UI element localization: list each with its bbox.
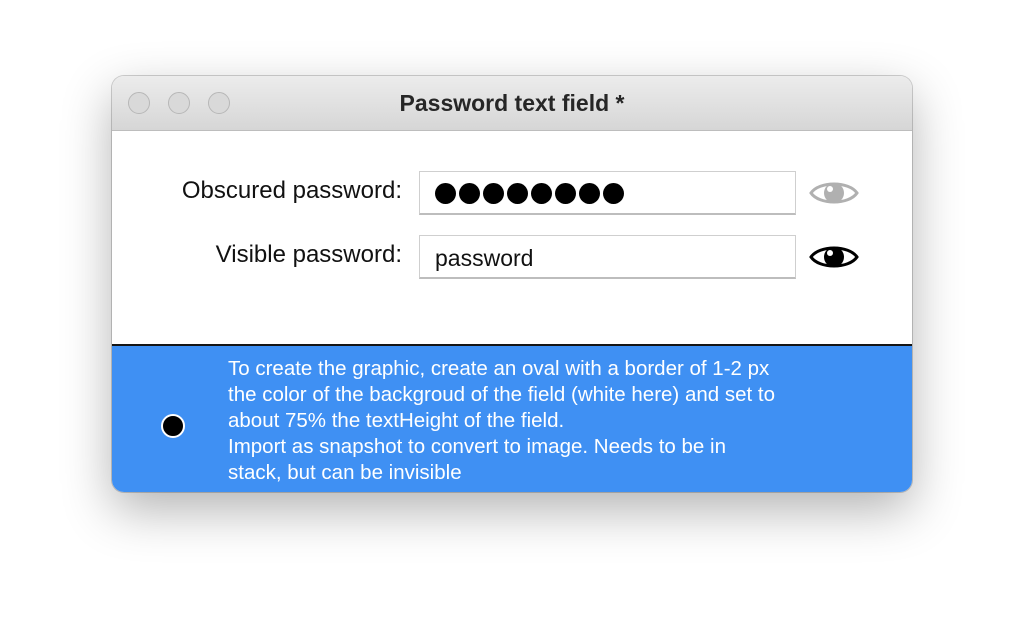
- visible-password-value: password: [435, 245, 534, 271]
- help-line: To create the graphic, create an oval wi…: [228, 357, 770, 380]
- password-mask-dot: [531, 183, 552, 204]
- window-title: Password text field *: [399, 90, 625, 116]
- help-line: Import as snapshot to convert to image. …: [228, 435, 726, 458]
- password-mask-dot: [555, 183, 576, 204]
- password-mask-dot: [603, 183, 624, 204]
- help-footer: To create the graphic, create an oval wi…: [112, 344, 912, 492]
- app-window: Password text field * Obscured password:…: [112, 76, 912, 492]
- help-line: about 75% the textHeight of the field.: [228, 409, 565, 432]
- password-mask-dot: [483, 183, 504, 204]
- title-bar[interactable]: Password text field *: [112, 76, 912, 131]
- help-text: To create the graphic, create an oval wi…: [228, 356, 888, 486]
- sample-dot-graphic: [161, 414, 185, 438]
- help-line: stack, but can be invisible: [228, 461, 462, 484]
- password-mask-dot: [579, 183, 600, 204]
- obscured-password-label: Obscured password:: [181, 177, 402, 204]
- help-line: the color of the backgroud of the field …: [228, 383, 775, 406]
- visible-password-label: Visible password:: [215, 241, 402, 268]
- password-mask-dot: [507, 183, 528, 204]
- form-area: Obscured password: Visible password: pas…: [112, 131, 912, 343]
- eye-icon[interactable]: [809, 240, 859, 274]
- visible-password-field[interactable]: password: [419, 235, 796, 279]
- password-mask-dot: [459, 183, 480, 204]
- obscured-password-dots: [435, 183, 624, 204]
- password-mask-dot: [435, 183, 456, 204]
- obscured-password-field[interactable]: [419, 171, 796, 215]
- eye-icon[interactable]: [809, 176, 859, 210]
